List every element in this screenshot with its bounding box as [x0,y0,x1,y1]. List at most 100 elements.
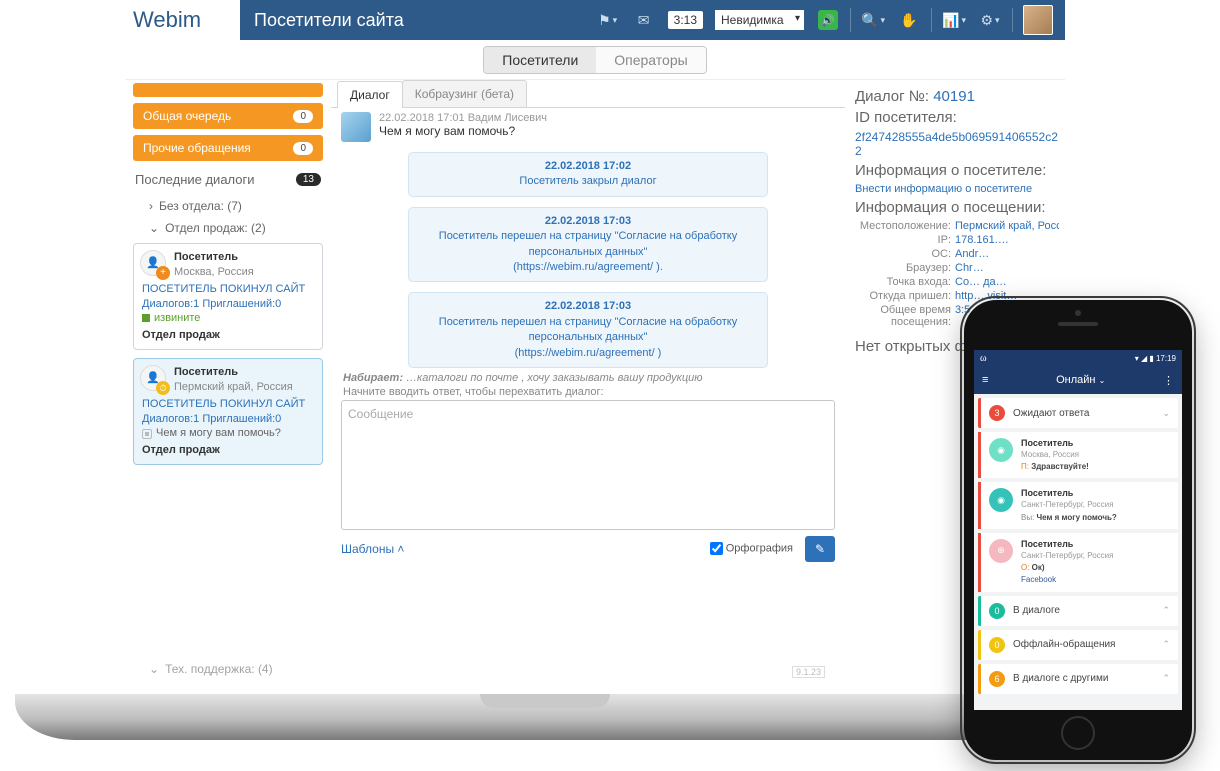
visitor-location: Санкт-Петербург, Россия [1021,551,1170,561]
visitor-location: Москва, Россия [1021,450,1170,460]
visitor-location: Пермский край, Россия [174,380,314,395]
phone-clock: 17:19 [1156,354,1176,363]
status-select-input[interactable]: Невидимка [715,10,804,30]
visitor-dept: Отдел продаж [142,443,314,458]
dialog-id-link[interactable]: 40191 [933,88,975,105]
laptop-base [15,694,1075,740]
clock-badge-icon: ⏱ [156,381,170,395]
visitor-location: Москва, Россия [174,265,314,280]
section-waiting[interactable]: 3 Ожидают ответа ⌄ [978,398,1178,428]
sound-toggle[interactable]: 🔊 [814,6,842,34]
operator-msg-head: 22.02.2018 17:01 Вадим Лисевич [379,112,547,124]
flag-icon[interactable]: ⚑▾ [594,6,622,34]
section-label: Ожидают ответа [1013,408,1089,419]
reply-hint: Начните вводить ответ, чтобы перехватить… [343,386,835,398]
spellcheck-toggle[interactable]: Орфография [710,542,793,555]
visitor-name: Посетитель [1021,438,1170,450]
kv-value: Andr… [955,248,1059,260]
visitor-name: Посетитель [174,250,314,265]
visitor-name: Посетитель [174,365,314,380]
count-badge: 6 [989,671,1005,687]
logo[interactable]: Webim [125,0,240,40]
plus-badge-icon: + [156,266,170,280]
kv-value: Со… да… [955,276,1059,288]
enter-visitor-info-link[interactable]: Внести информацию о посетителе [855,183,1059,195]
system-link[interactable]: (https://webim.ru/agreement/ ). [513,261,663,273]
phone-visitor-card[interactable]: ⊕ Посетитель Санкт-Петербург, Россия О: … [978,533,1178,592]
dept-support[interactable]: Тех. поддержка: (4) [125,658,331,680]
system-link[interactable]: (https://webim.ru/agreement/ ) [515,347,662,359]
kv-key: Браузер: [855,262,955,274]
section-offline[interactable]: 0 Оффлайн-обращения ⌃ [978,630,1178,660]
section-in-dialog[interactable]: 0 В диалоге ⌃ [978,596,1178,626]
tab-visitors[interactable]: Посетители [484,47,596,73]
phone-device: ω ▾ ◢ ▮ 17:19 ≡ Онлайн ⌄ ⋮ 3 Ожидают отв… [964,300,1192,760]
message-input[interactable]: Сообщение [341,400,835,530]
phone-camera-icon [1075,310,1081,316]
tab-dialog[interactable]: Диалог [337,81,403,108]
chevron-up-icon: ⌃ [1162,639,1170,650]
chevron-down-icon: ⌄ [1162,408,1170,419]
dialog-id-label: Диалог №: 40191 [855,88,1059,105]
recent-dialogs-label: Последние диалоги [135,172,255,187]
system-message: 22.02.2018 17:03 Посетитель перешел на с… [408,207,768,283]
chevron-up-icon: ⌃ [1162,673,1170,684]
phone-more-icon[interactable]: ⋮ [1163,374,1174,387]
templates-link[interactable]: Шаблоны ˄ [341,542,404,556]
visitor-id-link[interactable]: 2f247428555a4de5b069591406552c22 [855,130,1059,158]
pill-queue[interactable]: Общая очередь 0 [133,103,323,129]
pill-other[interactable]: Прочие обращения 0 [133,135,323,161]
system-message: 22.02.2018 17:03 Посетитель перешел на с… [408,292,768,368]
main-area: Общая очередь 0 Прочие обращения 0 После… [125,80,1065,680]
section-label: В диалоге [1013,605,1060,616]
typing-indicator: Набирает: …каталоги по почте , хочу зака… [343,372,835,384]
tab-cobrowse[interactable]: Кобраузинг (бета) [402,80,527,107]
status-select[interactable]: Невидимка [709,10,810,30]
chat-body: 22.02.2018 17:01 Вадим Лисевич Чем я мог… [331,108,845,680]
send-button[interactable]: ✎ [805,536,835,562]
stats-icon[interactable]: 📊▾ [940,6,968,34]
visitor-state: ПОСЕТИТЕЛЬ ПОКИНУЛ САЙТ [142,397,314,412]
phone-visitor-card[interactable]: ◉ Посетитель Москва, Россия П: Здравству… [978,432,1178,478]
app-screen: Webim Посетители сайта ⚑▾ ✉ 3:13 Невидим… [125,0,1065,680]
dept-none[interactable]: Без отдела: (7) [125,195,331,217]
section-with-others[interactable]: 6 В диалоге с другими ⌃ [978,664,1178,694]
user-avatar[interactable] [1023,5,1053,35]
count-badge: 0 [989,637,1005,653]
settings-icon[interactable]: ⚙▾ [976,6,1004,34]
visitor-name: Посетитель [1021,488,1170,500]
phone-speaker-icon [1058,322,1098,326]
spellcheck-checkbox[interactable] [710,542,723,555]
recent-dialogs-badge: 13 [296,173,321,186]
chat-panel: Диалог Кобраузинг (бета) 22.02.2018 17:0… [331,80,845,680]
page-title: Посетители сайта [254,10,404,31]
visitor-card-selected[interactable]: 👤 ⏱ Посетитель Пермский край, Россия ПОС… [133,358,323,465]
visitor-name: Посетитель [1021,539,1170,551]
section-label: В диалоге с другими [1013,673,1108,684]
timer-badge: 3:13 [668,11,703,29]
tab-operators[interactable]: Операторы [596,47,705,73]
phone-visitor-card[interactable]: ◉ Посетитель Санкт-Петербург, Россия Вы:… [978,482,1178,528]
menu-icon[interactable]: ≡ [982,374,988,386]
pill-queue-label: Общая очередь [143,109,231,123]
dept-sales[interactable]: Отдел продаж: (2) [125,217,331,239]
visitor-avatar-icon: ⊕ [989,539,1013,563]
search-icon[interactable]: 🔍▾ [859,6,887,34]
kv-value: Пермский край, Россия [955,220,1059,232]
pill-mine[interactable] [133,83,323,97]
version-label: 9.1.23 [792,666,825,678]
kv-key: ОС: [855,248,955,260]
hand-icon[interactable]: ✋ [895,6,923,34]
pill-other-badge: 0 [293,142,313,155]
kv-key: Точка входа: [855,276,955,288]
phone-header: ≡ Онлайн ⌄ ⋮ [974,366,1182,394]
visitor-card[interactable]: 👤 + Посетитель Москва, Россия ПОСЕТИТЕЛЬ… [133,243,323,350]
visitor-last-msg: Чем я могу вам помочь? [142,426,314,441]
visitor-state: ПОСЕТИТЕЛЬ ПОКИНУЛ САЙТ [142,282,314,297]
operator-avatar-icon [341,112,371,142]
phone-title[interactable]: Онлайн ⌄ [998,374,1163,386]
home-button[interactable] [1061,716,1095,750]
chat-tabs: Диалог Кобраузинг (бета) [331,80,845,108]
phone-screen: ω ▾ ◢ ▮ 17:19 ≡ Онлайн ⌄ ⋮ 3 Ожидают отв… [974,350,1182,710]
mail-icon[interactable]: ✉ [630,6,658,34]
